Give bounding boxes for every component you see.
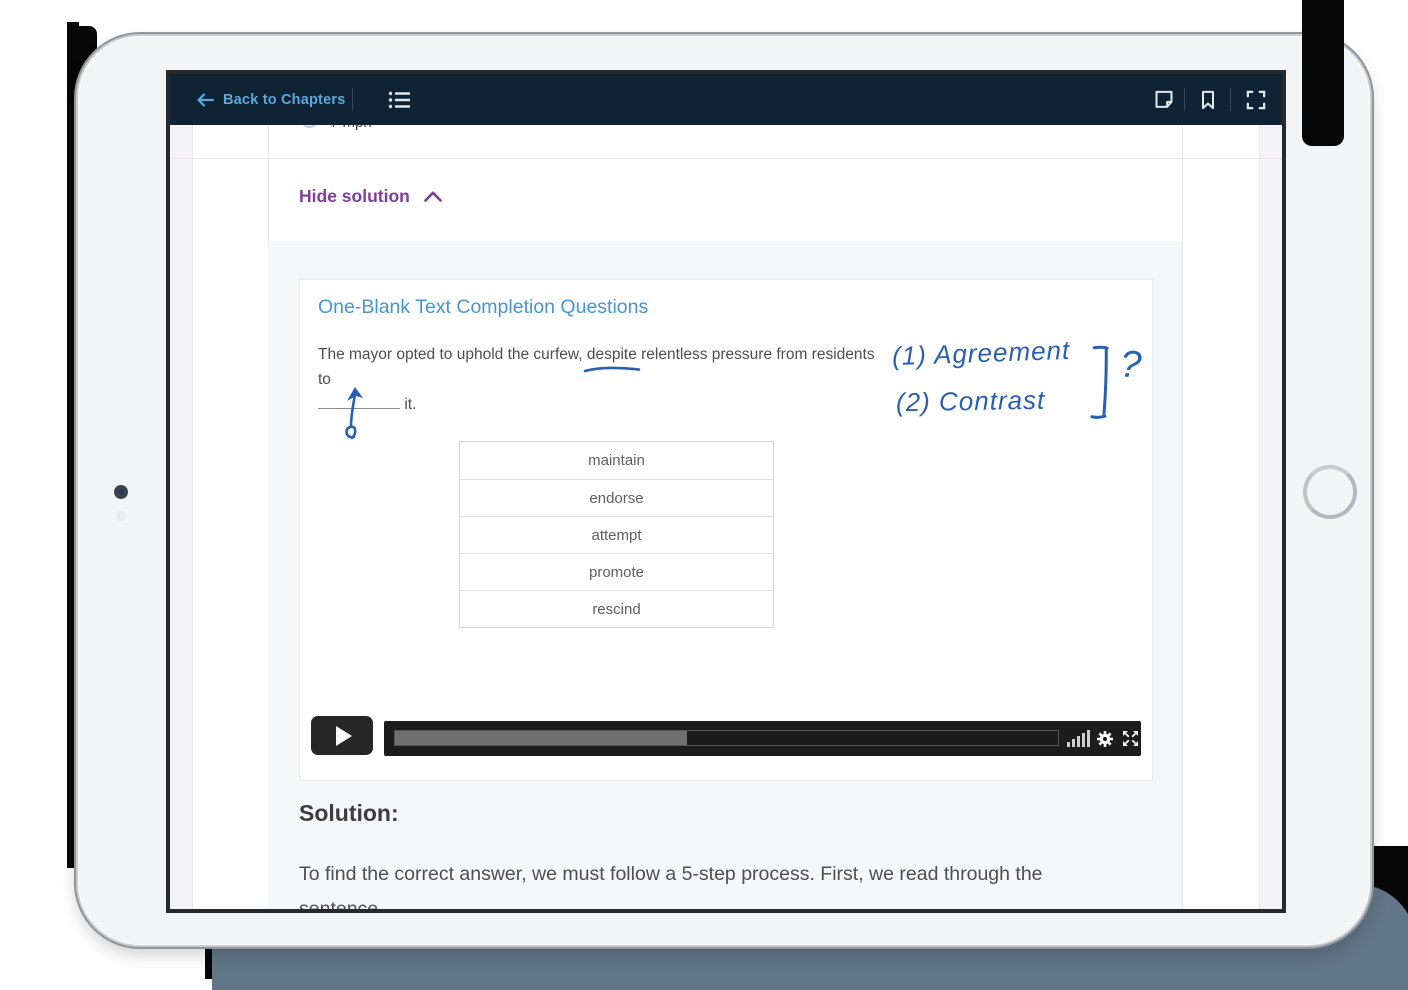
divider [170,158,1282,159]
hide-solution-toggle[interactable]: Hide solution [299,186,442,207]
lesson-list-icon[interactable] [388,74,412,125]
divider [1182,125,1183,909]
bookmark-icon[interactable] [1200,74,1216,125]
answer-option[interactable]: promote [460,553,773,590]
answer-option[interactable]: maintain [460,442,773,479]
question-pre: The mayor opted to uphold the curfew, [318,346,587,363]
home-button[interactable] [1303,465,1357,519]
video-control-bar [384,721,1141,756]
divider [192,125,193,909]
hand-underline-annotation [583,365,641,374]
notes-icon[interactable] [1154,74,1174,125]
front-camera [114,485,128,499]
question-card-title: One-Blank Text Completion Questions [318,296,648,319]
left-gutter [170,125,192,909]
handwritten-note-agreement: (1) Agreement [892,335,1071,372]
hide-solution-label: Hide solution [299,186,410,207]
ipad-screen: 7 mph Back to Chapters [166,70,1286,913]
divider [1230,88,1231,111]
settings-gear-icon[interactable] [1096,721,1114,756]
question-keyword: despite [587,342,637,367]
divider [1259,125,1260,909]
handwritten-note-contrast: (2) Contrast [896,385,1046,419]
solution-heading: Solution: [299,800,399,827]
solution-paragraph: To find the correct answer, we must foll… [299,857,1159,913]
right-gutter [1259,125,1282,909]
answer-option[interactable]: attempt [460,516,773,553]
video-progress-bar[interactable] [394,730,1059,746]
play-button[interactable] [311,716,373,755]
back-to-chapters-link[interactable]: Back to Chapters [197,74,345,125]
question-text: The mayor opted to uphold the curfew, de… [318,342,878,417]
answer-option[interactable]: endorse [460,479,773,516]
divider [1184,88,1185,111]
answer-options-table: maintain endorse attempt promote rescind [459,441,774,628]
chevron-up-icon [424,191,442,202]
ambient-sensor [116,511,126,521]
background-device-edge [1302,0,1344,146]
volume-icon[interactable] [1067,721,1090,756]
back-link-label: Back to Chapters [223,92,345,108]
question-suffix: it. [404,396,416,413]
question-card: One-Blank Text Completion Questions The … [299,279,1153,781]
back-arrow-icon [197,93,214,107]
fullscreen-icon[interactable] [1246,74,1266,125]
play-icon [336,726,352,746]
video-fullscreen-icon[interactable] [1122,721,1139,756]
video-progress-fill [395,731,687,745]
answer-option[interactable]: rescind [460,590,773,627]
handwritten-arrow-annotation [336,385,374,443]
handwritten-bracket-annotation [1089,344,1112,423]
handwritten-question-mark: ? [1119,343,1143,387]
divider [352,88,353,111]
top-nav-bar: Back to Chapters [170,74,1282,125]
